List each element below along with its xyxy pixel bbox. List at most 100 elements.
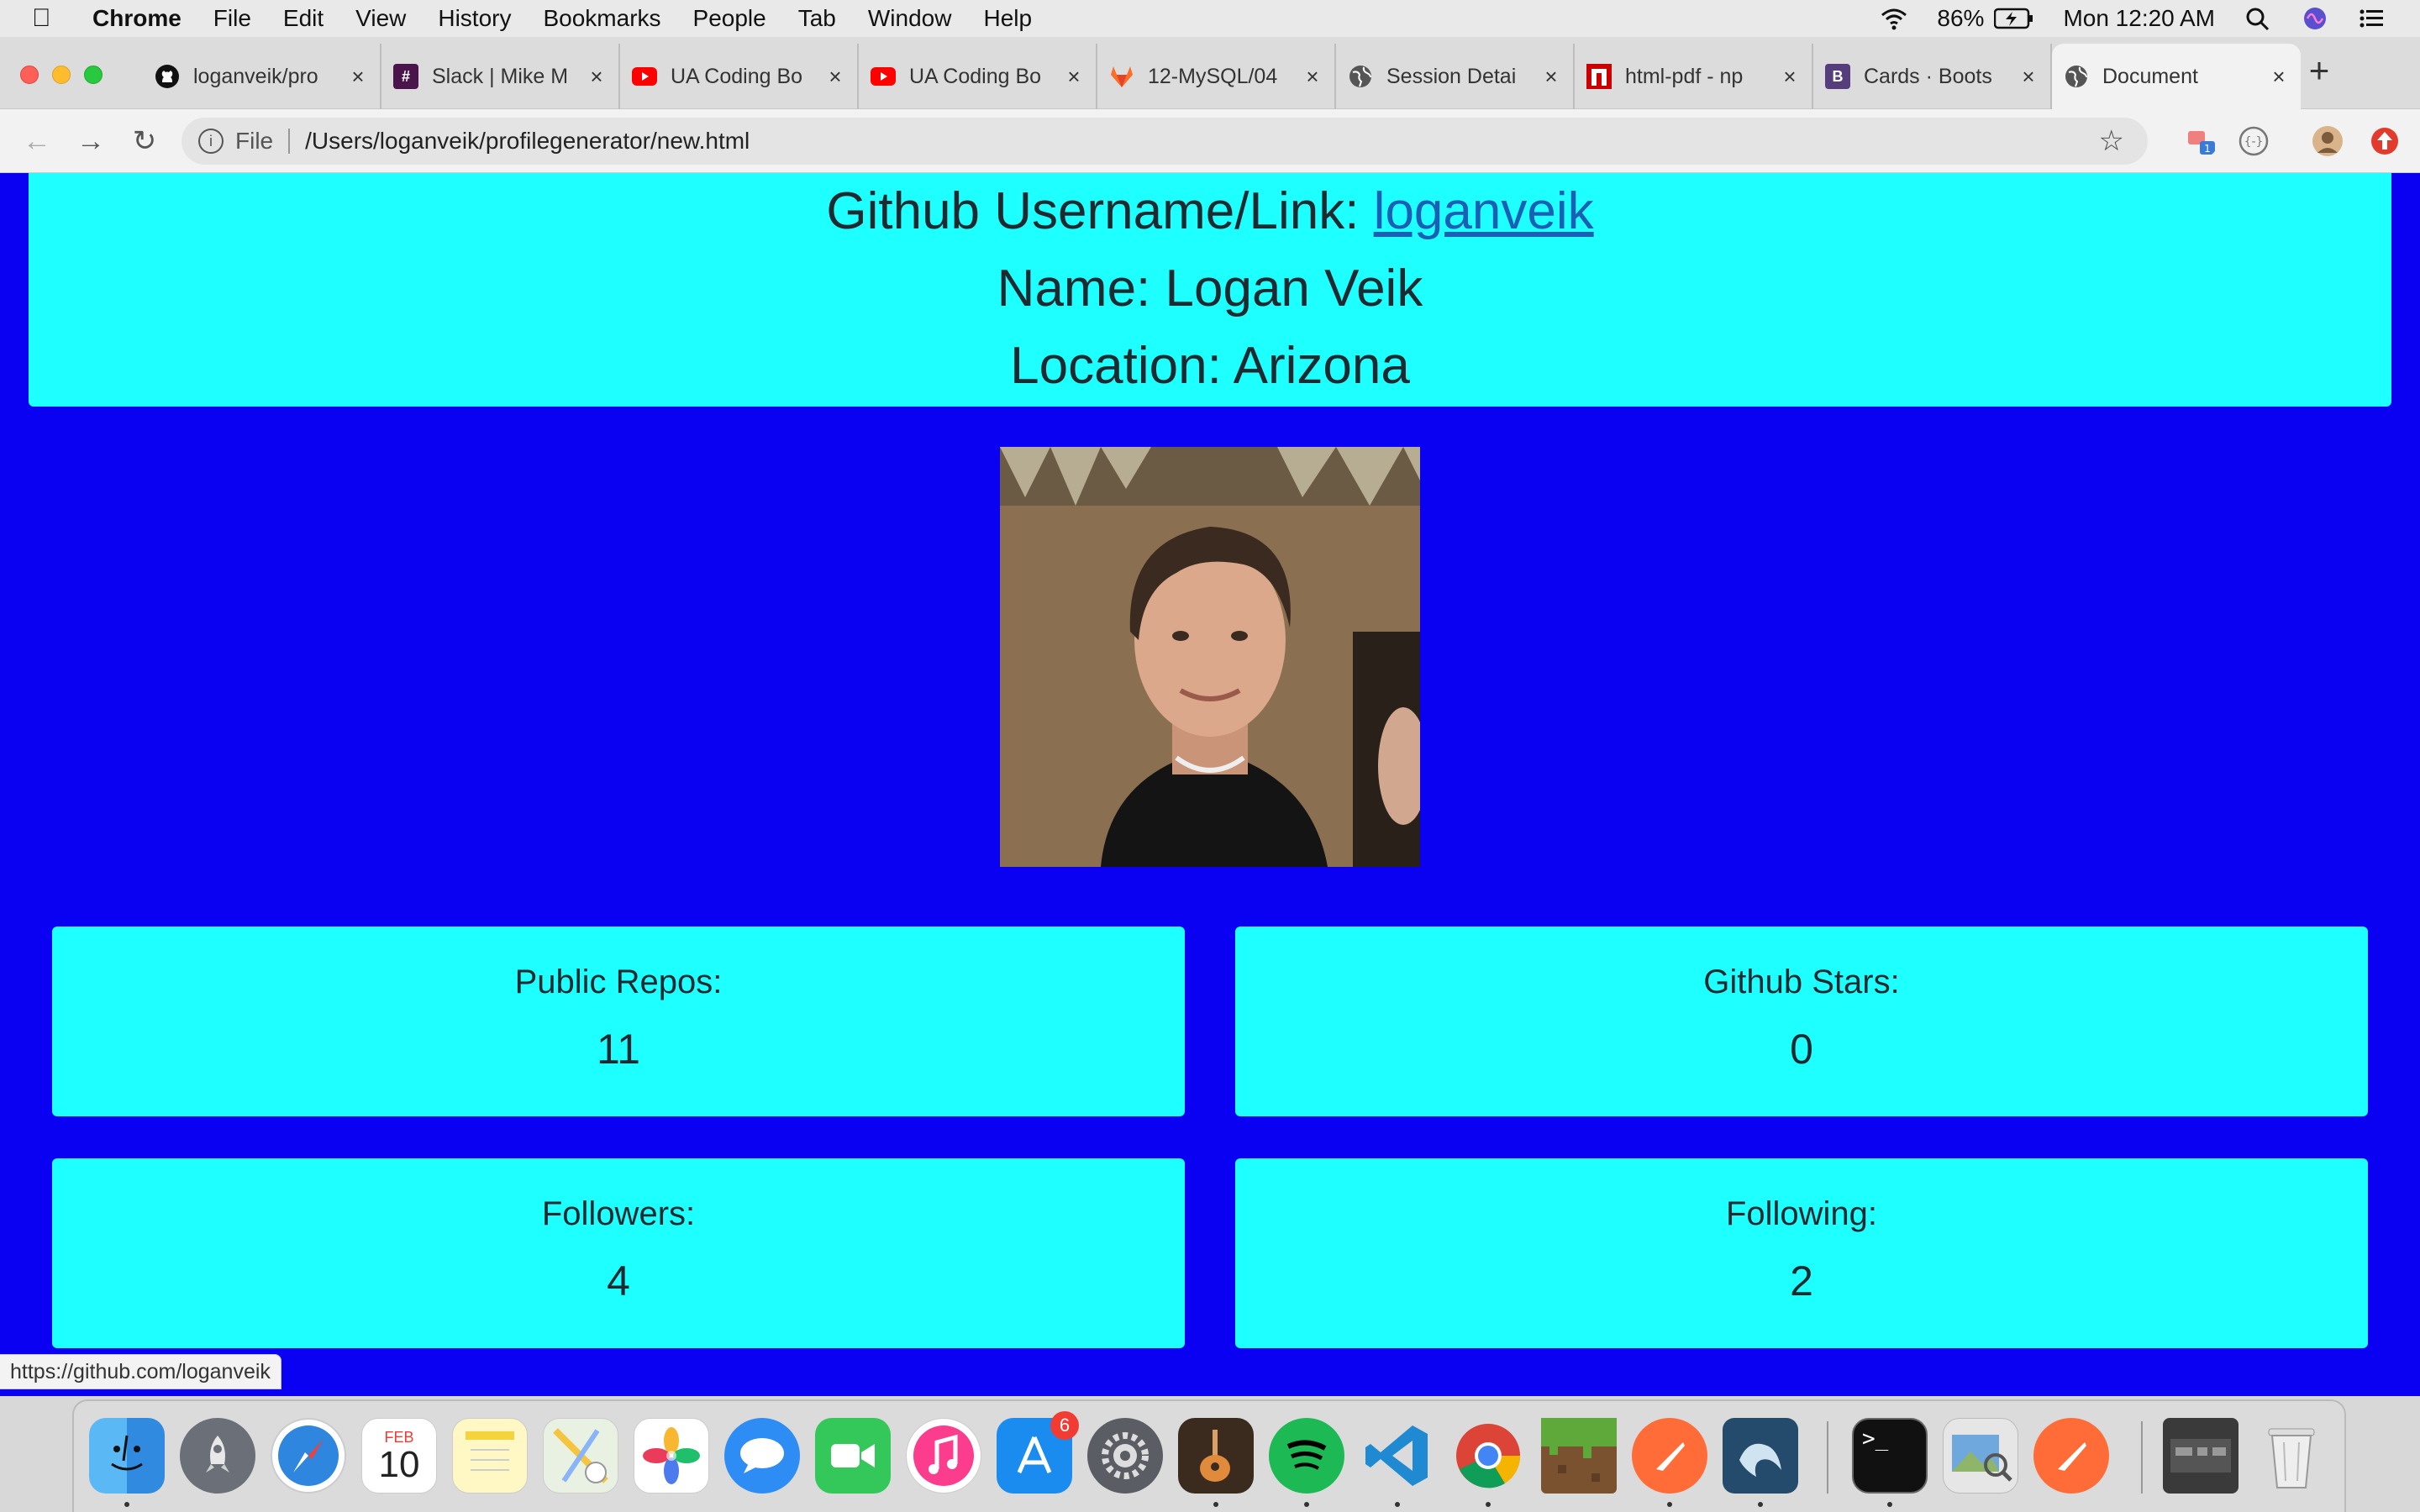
- running-indicator: [1213, 1502, 1218, 1507]
- profile-location: Location: Arizona: [1010, 337, 1410, 395]
- close-tab-icon[interactable]: ×: [1541, 64, 1561, 90]
- close-tab-icon[interactable]: ×: [2269, 64, 2289, 90]
- update-available-icon[interactable]: [2368, 124, 2402, 158]
- close-tab-icon[interactable]: ×: [1302, 64, 1323, 90]
- tab-youtube-2[interactable]: UA Coding Bo ×: [859, 44, 1097, 109]
- itunes-icon[interactable]: [906, 1418, 981, 1494]
- back-arrow-icon[interactable]: ←: [20, 124, 54, 158]
- preview-icon[interactable]: [1943, 1418, 2018, 1494]
- close-tab-icon[interactable]: ×: [2018, 64, 2039, 90]
- finder-icon[interactable]: [89, 1418, 165, 1494]
- tab-document-active[interactable]: Document ×: [2052, 44, 2301, 109]
- close-tab-icon[interactable]: ×: [587, 64, 607, 90]
- slack-icon: #: [393, 64, 418, 89]
- calendar-icon[interactable]: FEB 10: [361, 1418, 437, 1494]
- chrome-icon[interactable]: [1450, 1418, 1526, 1494]
- url-text[interactable]: /Users/loganveik/profilegenerator/new.ht…: [305, 128, 750, 155]
- menu-history[interactable]: History: [438, 5, 511, 32]
- minecraft-icon[interactable]: [1541, 1418, 1617, 1494]
- fullscreen-window-button[interactable]: [84, 66, 103, 84]
- github-stars-label: Github Stars:: [1703, 963, 1900, 1000]
- extension-puzzle-icon[interactable]: 1: [2185, 124, 2218, 158]
- spotlight-search-icon[interactable]: [2244, 6, 2272, 31]
- public-repos-label: Public Repos:: [514, 963, 723, 1000]
- system-preferences-icon[interactable]: [1087, 1418, 1163, 1494]
- new-tab-button[interactable]: +: [2297, 45, 2341, 96]
- link-hover-status-bar: https://github.com/loganveik: [0, 1354, 281, 1389]
- menu-window[interactable]: Window: [868, 5, 952, 32]
- site-info-icon[interactable]: i: [198, 129, 224, 154]
- messages-icon[interactable]: [724, 1418, 800, 1494]
- reload-icon[interactable]: ↻: [128, 124, 161, 158]
- bookmark-star-icon[interactable]: ☆: [2099, 124, 2124, 158]
- browser-toolbar: ← → ↻ i File /Users/loganveik/profilegen…: [0, 109, 2420, 173]
- close-tab-icon[interactable]: ×: [1780, 64, 1800, 90]
- menu-file[interactable]: File: [213, 5, 251, 32]
- apple-menu-icon[interactable]: : [32, 4, 66, 33]
- tab-title: UA Coding Bo: [909, 64, 1042, 88]
- postman-icon[interactable]: [1632, 1418, 1707, 1494]
- followers-label: Followers:: [541, 1195, 696, 1232]
- macos-menubar:  Chrome File Edit View History Bookmark…: [0, 0, 2420, 37]
- menu-bookmarks[interactable]: Bookmarks: [543, 5, 660, 32]
- running-indicator: [1486, 1502, 1491, 1507]
- following-label: Following:: [1725, 1195, 1878, 1232]
- downloads-stack-icon[interactable]: [2163, 1418, 2238, 1494]
- safari-icon[interactable]: [271, 1418, 346, 1494]
- youtube-icon: [632, 64, 657, 89]
- close-window-button[interactable]: [20, 66, 39, 84]
- github-username-link[interactable]: loganveik: [1374, 182, 1594, 240]
- mysql-workbench-icon[interactable]: [1723, 1418, 1798, 1494]
- tab-title: loganveik/pro: [193, 64, 318, 88]
- spotify-icon[interactable]: [1269, 1418, 1344, 1494]
- tab-session-details[interactable]: Session Detai ×: [1336, 44, 1575, 109]
- tab-title: Document: [2102, 64, 2198, 88]
- maps-icon[interactable]: [543, 1418, 618, 1494]
- garageband-icon[interactable]: [1178, 1418, 1254, 1494]
- battery-percent[interactable]: 86%: [1937, 5, 1984, 32]
- notes-icon[interactable]: [452, 1418, 528, 1494]
- menu-help[interactable]: Help: [983, 5, 1032, 32]
- tab-github-profile[interactable]: loganveik/pro ×: [143, 44, 381, 109]
- tab-title: html-pdf - np: [1625, 64, 1744, 88]
- profile-photo: [1000, 447, 1420, 867]
- running-indicator: [1887, 1502, 1892, 1507]
- menu-app-name[interactable]: Chrome: [92, 5, 182, 32]
- menu-edit[interactable]: Edit: [283, 5, 324, 32]
- tab-npm[interactable]: html-pdf - np ×: [1575, 44, 1813, 109]
- battery-charging-icon[interactable]: [1994, 8, 2034, 29]
- wifi-icon[interactable]: [1880, 6, 1908, 31]
- menu-view[interactable]: View: [355, 5, 406, 32]
- siri-icon[interactable]: [2301, 6, 2329, 31]
- tab-gitlab[interactable]: 12-MySQL/04 ×: [1097, 44, 1336, 109]
- app-store-icon[interactable]: 6: [997, 1411, 1079, 1494]
- extension-dev-icon[interactable]: {-}: [2237, 124, 2270, 158]
- trash-icon[interactable]: [2254, 1418, 2329, 1494]
- facetime-icon[interactable]: [815, 1418, 891, 1494]
- postman-icon-2[interactable]: [2033, 1418, 2109, 1494]
- following-card: Following: 2: [1235, 1158, 2368, 1348]
- close-tab-icon[interactable]: ×: [348, 64, 368, 90]
- dock-separator: [1827, 1421, 1828, 1494]
- tab-slack[interactable]: # Slack | Mike M ×: [381, 44, 620, 109]
- github-stars-value: 0: [1790, 1026, 1813, 1073]
- photos-icon[interactable]: [634, 1418, 709, 1494]
- vscode-icon[interactable]: [1360, 1418, 1435, 1494]
- tab-bootstrap-cards[interactable]: B Cards · Boots ×: [1813, 44, 2052, 109]
- running-indicator: [1304, 1502, 1309, 1507]
- terminal-icon[interactable]: >_: [1852, 1418, 1928, 1494]
- minimize-window-button[interactable]: [52, 66, 71, 84]
- tab-youtube-1[interactable]: UA Coding Bo ×: [620, 44, 859, 109]
- youtube-icon: [871, 64, 896, 89]
- close-tab-icon[interactable]: ×: [1064, 64, 1084, 90]
- menu-tab[interactable]: Tab: [798, 5, 836, 32]
- close-tab-icon[interactable]: ×: [825, 64, 845, 90]
- forward-arrow-icon[interactable]: →: [74, 124, 108, 158]
- menu-people[interactable]: People: [693, 5, 766, 32]
- menubar-clock[interactable]: Mon 12:20 AM: [2063, 5, 2215, 32]
- address-bar[interactable]: i File /Users/loganveik/profilegenerator…: [182, 118, 2148, 165]
- launchpad-icon[interactable]: [180, 1418, 255, 1494]
- globe-icon: [2064, 64, 2089, 89]
- notification-center-icon[interactable]: [2358, 6, 2386, 31]
- profile-avatar-icon[interactable]: [2311, 124, 2344, 158]
